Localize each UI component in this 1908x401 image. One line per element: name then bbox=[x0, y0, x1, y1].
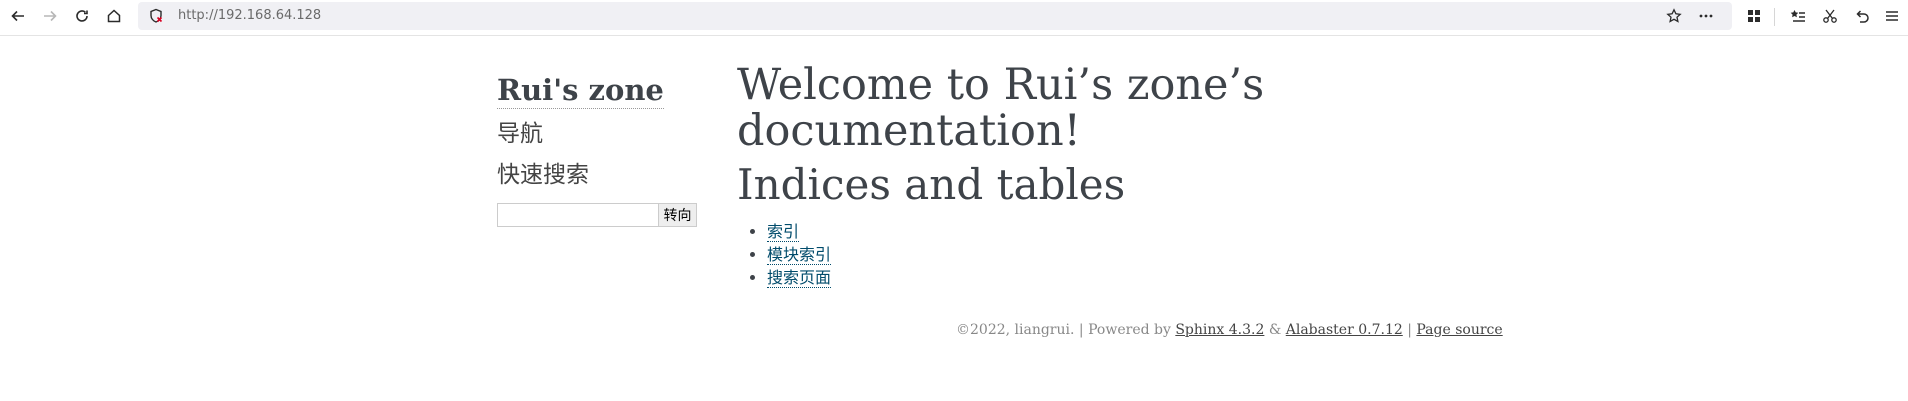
section-heading: Indices and tables bbox=[737, 160, 1126, 209]
back-arrow-icon[interactable] bbox=[6, 4, 30, 28]
search-input[interactable] bbox=[497, 203, 659, 227]
genindex-link[interactable]: 索引 bbox=[767, 222, 800, 242]
modindex-link[interactable]: 模块索引 bbox=[767, 245, 832, 265]
list-item: 模块索引 bbox=[767, 243, 1377, 266]
list-item: 索引 bbox=[767, 220, 1377, 243]
forward-arrow-icon[interactable] bbox=[38, 4, 62, 28]
shield-warning-icon[interactable] bbox=[148, 8, 164, 24]
reload-icon[interactable] bbox=[70, 4, 94, 28]
url-text[interactable]: http://192.168.64.128 bbox=[178, 8, 321, 23]
menu-icon[interactable] bbox=[1880, 4, 1904, 28]
browser-toolbar: http://192.168.64.128 bbox=[0, 0, 1908, 36]
search-page-link[interactable]: 搜索页面 bbox=[767, 268, 832, 288]
index-links: 索引 模块索引 搜索页面 bbox=[737, 220, 1377, 289]
nav-heading: 导航 bbox=[497, 121, 543, 147]
footer: ©2022, liangrui. | Powered by Sphinx 4.3… bbox=[956, 322, 1503, 338]
footer-separator: | Powered by bbox=[1074, 322, 1176, 338]
address-bar[interactable]: http://192.168.64.128 bbox=[138, 2, 1732, 30]
page-source-link[interactable]: Page source bbox=[1416, 322, 1502, 338]
more-icon[interactable] bbox=[1694, 4, 1718, 28]
page-title: Welcome to Rui’s zone’s documentation! bbox=[737, 60, 1265, 156]
bookmarks-list-icon[interactable] bbox=[1786, 4, 1810, 28]
sidebar: Rui's zone 导航 快速搜索 转向 bbox=[497, 72, 697, 227]
sphinx-link[interactable]: Sphinx 4.3.2 bbox=[1175, 322, 1264, 338]
home-icon[interactable] bbox=[102, 4, 126, 28]
search-go-button[interactable]: 转向 bbox=[659, 203, 697, 227]
extensions-icon[interactable] bbox=[1742, 4, 1766, 28]
scissors-icon[interactable] bbox=[1818, 4, 1842, 28]
list-item: 搜索页面 bbox=[767, 266, 1377, 289]
toolbar-separator bbox=[1774, 8, 1775, 26]
footer-amp: & bbox=[1264, 322, 1286, 338]
star-icon[interactable] bbox=[1662, 4, 1686, 28]
search-heading: 快速搜索 bbox=[497, 162, 589, 188]
undo-icon[interactable] bbox=[1850, 4, 1874, 28]
copyright-text: ©2022, liangrui. bbox=[956, 322, 1075, 338]
footer-separator: | bbox=[1402, 322, 1417, 338]
main-content: Welcome to Rui’s zone’s documentation! I… bbox=[737, 62, 1377, 289]
quick-search: 转向 bbox=[497, 203, 697, 227]
site-logo-link[interactable]: Rui's zone bbox=[497, 72, 664, 109]
alabaster-link[interactable]: Alabaster 0.7.12 bbox=[1286, 322, 1403, 338]
